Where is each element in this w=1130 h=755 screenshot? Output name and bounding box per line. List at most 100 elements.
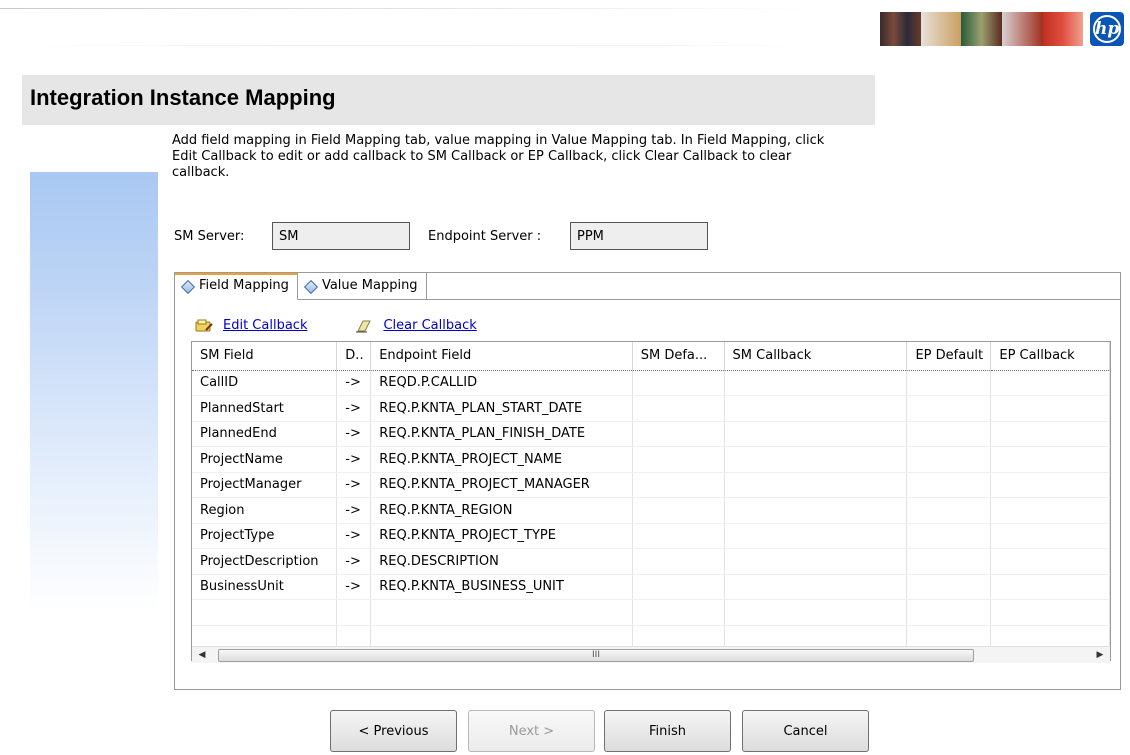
tab-value-mapping[interactable]: Value Mapping bbox=[297, 273, 427, 300]
table-row[interactable]: ProjectManager -> REQ.P.KNTA_PROJECT_MANAG… bbox=[192, 472, 1110, 498]
table-row[interactable]: BusinessUnit -> REQ.P.KNTA_BUSINESS_UNIT bbox=[192, 574, 1110, 600]
table-cell[interactable] bbox=[724, 574, 908, 600]
table-cell[interactable] bbox=[906, 472, 992, 498]
table-cell[interactable]: PlannedStart bbox=[192, 395, 338, 422]
tab-field-mapping[interactable]: Field Mapping bbox=[175, 273, 298, 300]
table-cell[interactable]: ProjectManager bbox=[192, 472, 338, 498]
table-cell[interactable]: CallID bbox=[192, 370, 338, 396]
table-cell[interactable] bbox=[906, 548, 992, 575]
instructions-text: Add field mapping in Field Mapping tab, … bbox=[172, 133, 825, 180]
table-cell[interactable]: PlannedEnd bbox=[192, 421, 338, 447]
table-cell[interactable]: -> bbox=[336, 523, 372, 549]
finish-button[interactable]: Finish bbox=[604, 710, 731, 752]
top-rule bbox=[0, 8, 820, 9]
table-cell[interactable] bbox=[906, 446, 992, 473]
table-cell[interactable] bbox=[906, 395, 992, 422]
table-cell[interactable]: REQ.P.KNTA_PLAN_START_DATE bbox=[370, 395, 633, 422]
table-cell[interactable] bbox=[990, 370, 1110, 396]
table-cell[interactable] bbox=[906, 574, 992, 600]
next-button[interactable]: Next > bbox=[468, 710, 595, 752]
table-row[interactable]: ProjectName -> REQ.P.KNTA_PROJECT_NAME bbox=[192, 446, 1110, 473]
table-cell[interactable] bbox=[990, 472, 1110, 498]
table-cell[interactable] bbox=[990, 548, 1110, 575]
table-cell[interactable]: REQ.DESCRIPTION bbox=[370, 548, 633, 575]
table-row[interactable]: PlannedStart -> REQ.P.KNTA_PLAN_START_DATE bbox=[192, 395, 1110, 422]
table-cell[interactable] bbox=[632, 370, 725, 396]
table-cell[interactable] bbox=[724, 548, 908, 575]
table-cell[interactable] bbox=[632, 421, 725, 447]
cancel-button[interactable]: Cancel bbox=[742, 710, 869, 752]
clear-callback-link[interactable]: Clear Callback bbox=[383, 318, 476, 333]
table-cell[interactable] bbox=[724, 446, 908, 473]
table-cell[interactable] bbox=[990, 497, 1110, 524]
table-cell[interactable] bbox=[990, 421, 1110, 447]
table-cell[interactable]: ProjectDescription bbox=[192, 548, 338, 575]
table-row[interactable]: ProjectType -> REQ.P.KNTA_PROJECT_TYPE bbox=[192, 523, 1110, 549]
table-cell[interactable] bbox=[906, 497, 992, 524]
table-cell[interactable] bbox=[990, 446, 1110, 473]
table-cell[interactable]: -> bbox=[336, 395, 372, 422]
table-cell[interactable]: -> bbox=[336, 548, 372, 575]
table-cell[interactable] bbox=[724, 497, 908, 524]
column-header[interactable]: Endpoint Field bbox=[370, 342, 633, 371]
table-row[interactable]: ProjectDescription -> REQ.DESCRIPTION bbox=[192, 548, 1110, 575]
table-cell[interactable]: REQ.P.KNTA_BUSINESS_UNIT bbox=[370, 574, 633, 600]
table-cell[interactable] bbox=[724, 523, 908, 549]
tab-strip: Field Mapping Value Mapping bbox=[175, 273, 427, 300]
table-cell[interactable]: -> bbox=[336, 472, 372, 498]
table-cell[interactable]: -> bbox=[336, 574, 372, 600]
table-cell[interactable] bbox=[632, 497, 725, 524]
table-cell[interactable]: REQ.P.KNTA_REGION bbox=[370, 497, 633, 524]
table-cell[interactable] bbox=[632, 446, 725, 473]
table-cell[interactable]: -> bbox=[336, 497, 372, 524]
edit-callback-link[interactable]: Edit Callback bbox=[223, 318, 307, 333]
scroll-right-icon[interactable]: ▶ bbox=[1093, 649, 1107, 662]
column-header[interactable]: SM Callback bbox=[724, 342, 908, 371]
table-cell[interactable] bbox=[724, 421, 908, 447]
table-cell[interactable]: REQ.P.KNTA_PROJECT_NAME bbox=[370, 446, 633, 473]
sm-server-field[interactable]: SM bbox=[272, 222, 410, 250]
table-cell[interactable] bbox=[906, 421, 992, 447]
table-cell[interactable] bbox=[632, 523, 725, 549]
column-header[interactable]: EP Default bbox=[906, 342, 992, 371]
table-row[interactable]: CallID -> REQD.P.CALLID bbox=[192, 370, 1110, 396]
scrollbar-thumb[interactable]: III bbox=[218, 649, 974, 662]
table-cell[interactable] bbox=[990, 523, 1110, 549]
table-row[interactable]: PlannedEnd -> REQ.P.KNTA_PLAN_FINISH_DATE bbox=[192, 421, 1110, 447]
table-cell[interactable]: ProjectType bbox=[192, 523, 338, 549]
table-cell[interactable] bbox=[990, 395, 1110, 422]
column-header[interactable]: SM Defa... bbox=[632, 342, 725, 371]
page-title: Integration Instance Mapping bbox=[30, 85, 336, 110]
table-cell[interactable] bbox=[632, 574, 725, 600]
clear-callback-action[interactable]: Clear Callback bbox=[355, 318, 477, 333]
previous-button[interactable]: < Previous bbox=[330, 710, 457, 752]
table-cell[interactable] bbox=[724, 395, 908, 422]
table-cell[interactable] bbox=[724, 472, 908, 498]
table-cell[interactable]: BusinessUnit bbox=[192, 574, 338, 600]
table-cell[interactable] bbox=[632, 395, 725, 422]
table-cell[interactable]: REQ.P.KNTA_PLAN_FINISH_DATE bbox=[370, 421, 633, 447]
table-row[interactable]: Region -> REQ.P.KNTA_REGION bbox=[192, 497, 1110, 524]
column-header[interactable]: SM Field bbox=[192, 342, 338, 371]
table-cell[interactable] bbox=[724, 370, 908, 396]
table-cell[interactable] bbox=[632, 548, 725, 575]
table-cell[interactable]: -> bbox=[336, 370, 372, 396]
endpoint-server-field[interactable]: PPM bbox=[570, 222, 708, 250]
hp-logo: hp bbox=[1090, 12, 1124, 46]
table-cell[interactable]: REQD.P.CALLID bbox=[370, 370, 633, 396]
table-cell[interactable] bbox=[906, 370, 992, 396]
table-cell[interactable]: ProjectName bbox=[192, 446, 338, 473]
table-cell[interactable]: -> bbox=[336, 421, 372, 447]
scroll-left-icon[interactable]: ◀ bbox=[195, 649, 209, 662]
table-cell[interactable]: REQ.P.KNTA_PROJECT_MANAGER bbox=[370, 472, 633, 498]
table-cell[interactable] bbox=[632, 472, 725, 498]
table-cell[interactable]: Region bbox=[192, 497, 338, 524]
table-cell[interactable]: REQ.P.KNTA_PROJECT_TYPE bbox=[370, 523, 633, 549]
table-cell[interactable] bbox=[990, 574, 1110, 600]
table-cell[interactable]: -> bbox=[336, 446, 372, 473]
edit-callback-action[interactable]: Edit Callback bbox=[195, 318, 307, 333]
column-header[interactable]: D.. bbox=[336, 342, 372, 371]
column-header[interactable]: EP Callback bbox=[990, 342, 1110, 371]
table-cell[interactable] bbox=[906, 523, 992, 549]
horizontal-scrollbar[interactable]: ◀ III ▶ bbox=[192, 646, 1110, 663]
